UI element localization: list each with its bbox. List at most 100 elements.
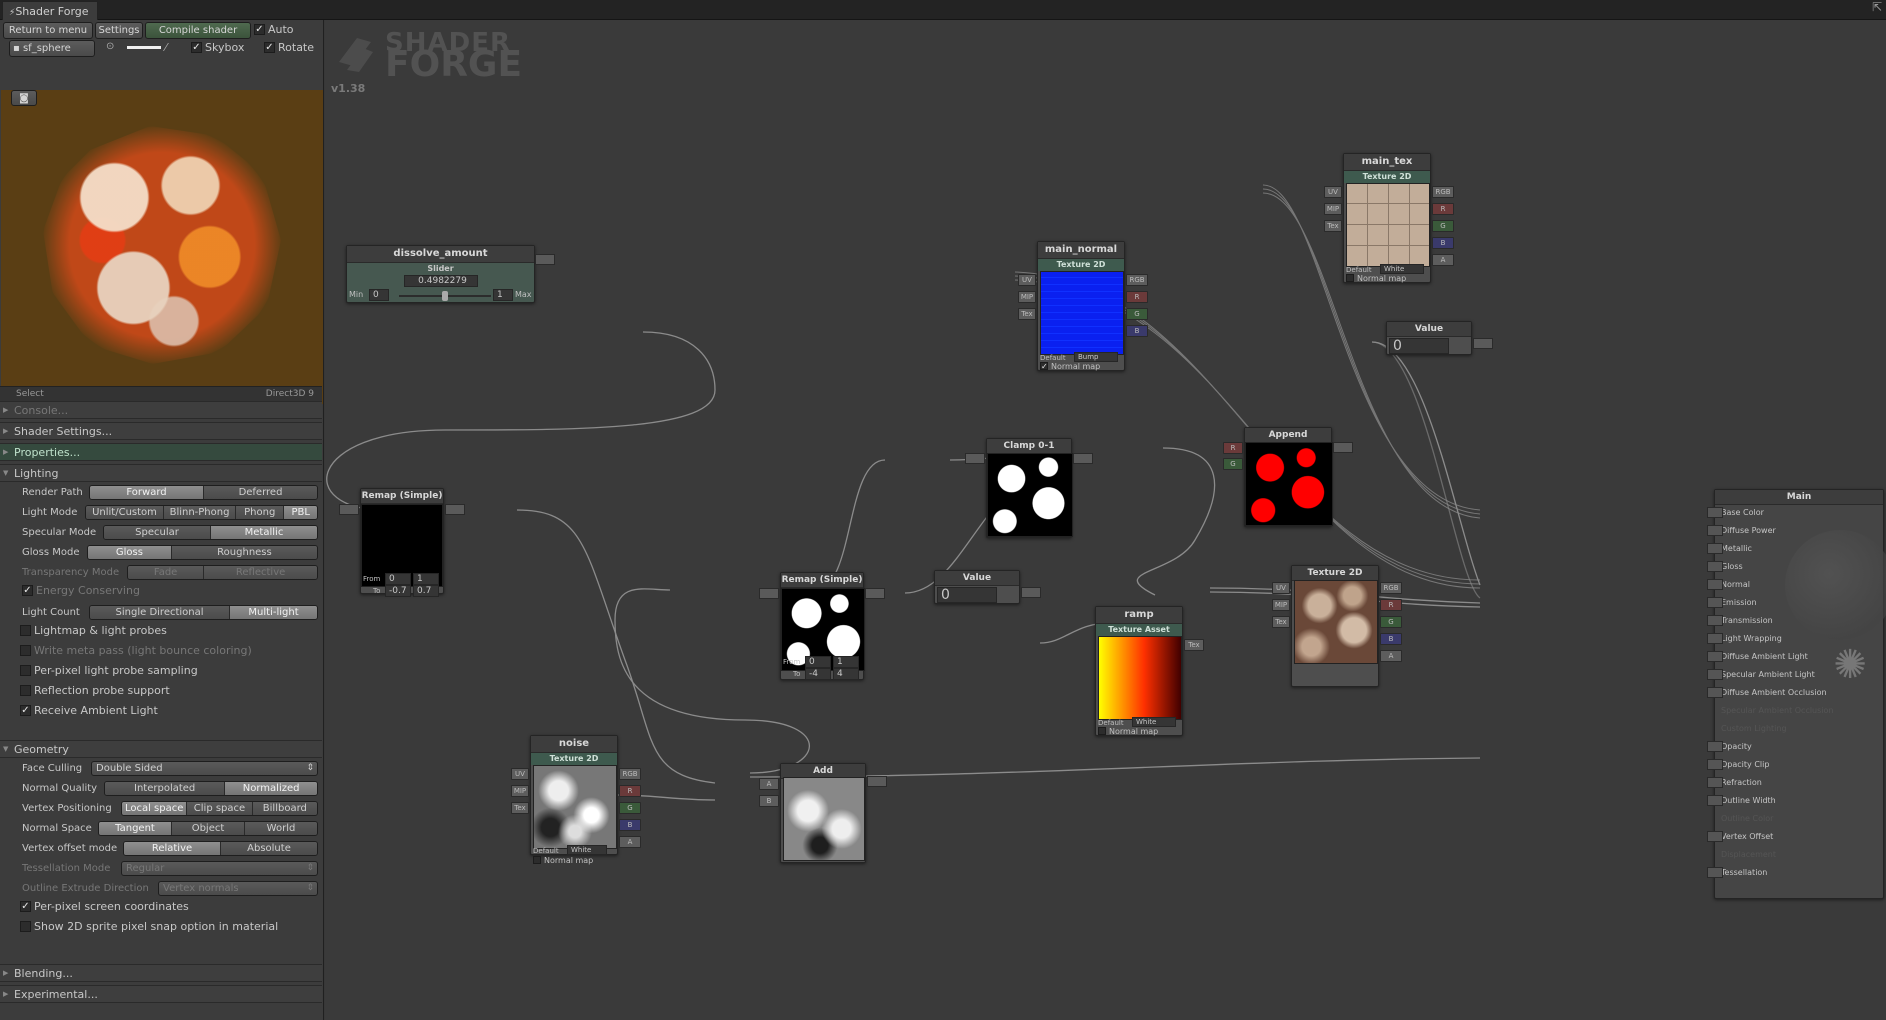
- reflection-probe-toggle[interactable]: Reflection probe support: [20, 684, 170, 697]
- add-a-port[interactable]: A: [759, 778, 779, 790]
- light-mode-phong[interactable]: Phong: [236, 506, 285, 519]
- main-input-opacity-clip[interactable]: Opacity Clip: [1707, 758, 1881, 772]
- tex2d-g-port[interactable]: G: [1380, 616, 1402, 628]
- receive-ambient-toggle[interactable]: Receive Ambient Light: [20, 704, 158, 717]
- append-r-port[interactable]: R: [1223, 442, 1243, 454]
- rotate-checkbox[interactable]: [264, 41, 275, 53]
- main-tex-default-dropdown[interactable]: White: [1380, 264, 1424, 274]
- normal-space-tangent[interactable]: Tangent: [99, 822, 172, 835]
- vertex-offset-absolute[interactable]: Absolute: [221, 842, 317, 855]
- node-noise[interactable]: noise Texture 2D Default White Normal ma…: [511, 735, 641, 865]
- noise-normal-map-toggle[interactable]: Normal map: [533, 855, 593, 865]
- normal-quality-toggle[interactable]: Interpolated Normalized: [104, 781, 318, 796]
- specular-mode-metallic[interactable]: Metallic: [211, 526, 317, 539]
- append-g-port[interactable]: G: [1223, 458, 1243, 470]
- remap1-output-pin[interactable]: [445, 504, 465, 515]
- normal-space-world[interactable]: World: [245, 822, 317, 835]
- main-tex-uv-port[interactable]: UV: [1324, 186, 1342, 198]
- lighting-section[interactable]: Lighting: [0, 464, 322, 482]
- ramp-default-dropdown[interactable]: White: [1132, 717, 1176, 727]
- per-pixel-screen-checkbox[interactable]: [20, 900, 31, 912]
- remap1-to-max[interactable]: 0.7: [413, 585, 439, 597]
- main-normal-mip-port[interactable]: MIP: [1018, 291, 1036, 303]
- lightmap-toggle[interactable]: Lightmap & light probes: [20, 624, 167, 637]
- main-tex-g-port[interactable]: G: [1432, 220, 1454, 232]
- main-normal-normal-map-checkbox[interactable]: [1040, 361, 1048, 370]
- main-input-outline-width[interactable]: Outline Width: [1707, 794, 1881, 808]
- skybox-checkbox[interactable]: [191, 41, 202, 53]
- render-path-forward[interactable]: Forward: [90, 486, 204, 499]
- main-input-tessellation[interactable]: Tessellation: [1707, 866, 1881, 880]
- dissolve-slider-thumb[interactable]: [442, 291, 448, 301]
- main-normal-normal-map-toggle[interactable]: Normal map: [1040, 361, 1100, 371]
- main-input-specular-ambient-light[interactable]: Specular Ambient Light: [1707, 668, 1881, 682]
- preview-viewport[interactable]: ◙: [1, 90, 323, 404]
- lightmap-checkbox[interactable]: [20, 624, 31, 636]
- node-add[interactable]: Add A B: [759, 763, 887, 863]
- main-input-diffuse-ambient-light[interactable]: Diffuse Ambient Light: [1707, 650, 1881, 664]
- main-input-normal[interactable]: Normal: [1707, 578, 1881, 592]
- main-input-gloss[interactable]: Gloss: [1707, 560, 1881, 574]
- noise-default-dropdown[interactable]: White: [567, 845, 607, 855]
- per-pixel-screen-toggle[interactable]: Per-pixel screen coordinates: [20, 900, 189, 913]
- preview-sphere[interactable]: [43, 126, 281, 364]
- energy-conserving-checkbox[interactable]: [22, 584, 33, 596]
- add-b-port[interactable]: B: [759, 795, 779, 807]
- vertex-positioning-toggle[interactable]: Local space Clip space Billboard: [121, 801, 318, 816]
- noise-tex-port[interactable]: Tex: [511, 802, 529, 814]
- noise-mip-port[interactable]: MIP: [511, 785, 529, 797]
- sprite-snap-checkbox[interactable]: [20, 920, 31, 932]
- tex2d-tex-port[interactable]: Tex: [1272, 616, 1290, 628]
- per-pixel-probe-toggle[interactable]: Per-pixel light probe sampling: [20, 664, 198, 677]
- main-tex-r-port[interactable]: R: [1432, 203, 1454, 215]
- node-main-tex[interactable]: main_tex Texture 2D Default White Normal…: [1324, 153, 1454, 283]
- transparency-fade[interactable]: Fade: [128, 566, 205, 579]
- meta-pass-toggle[interactable]: Write meta pass (light bounce coloring): [20, 644, 252, 657]
- main-input-opacity[interactable]: Opacity: [1707, 740, 1881, 754]
- remap2-input-pin[interactable]: [759, 588, 779, 599]
- node-append[interactable]: Append R G: [1223, 427, 1353, 527]
- gloss-mode-roughness[interactable]: Roughness: [171, 546, 317, 559]
- main-tex-rgb-port[interactable]: RGB: [1432, 186, 1454, 198]
- normal-space-object[interactable]: Object: [172, 822, 245, 835]
- main-input-emission[interactable]: Emission: [1707, 596, 1881, 610]
- remap2-output-pin[interactable]: [865, 588, 885, 599]
- geometry-section[interactable]: Geometry: [0, 740, 322, 758]
- main-normal-r-port[interactable]: R: [1126, 291, 1148, 303]
- main-tex-normal-map-checkbox[interactable]: [1346, 273, 1354, 282]
- value2-field[interactable]: 0: [1389, 338, 1449, 354]
- experimental-section[interactable]: Experimental...: [0, 985, 322, 1003]
- transparency-mode-toggle[interactable]: Fade Reflective: [127, 565, 318, 580]
- normal-quality-normalized[interactable]: Normalized: [225, 782, 317, 795]
- vertex-offset-mode-toggle[interactable]: Relative Absolute: [123, 841, 318, 856]
- window-tab[interactable]: ⚡Shader Forge: [2, 1, 98, 20]
- eyedropper-icon[interactable]: ⁄: [165, 41, 167, 54]
- main-input-light-wrapping[interactable]: Light Wrapping: [1707, 632, 1881, 646]
- main-input-vertex-offset[interactable]: Vertex Offset: [1707, 830, 1881, 844]
- node-ramp[interactable]: ramp Texture Asset Default White Normal …: [1095, 606, 1204, 736]
- face-culling-dropdown[interactable]: Double Sided: [91, 761, 318, 776]
- reflection-probe-checkbox[interactable]: [20, 684, 31, 696]
- main-tex-tex-port[interactable]: Tex: [1324, 220, 1342, 232]
- preview-mesh-selector[interactable]: ▪ sf_sphere: [9, 40, 95, 57]
- render-path-deferred[interactable]: Deferred: [204, 486, 317, 499]
- main-input-refraction[interactable]: Refraction: [1707, 776, 1881, 790]
- settings-button[interactable]: Settings: [95, 22, 143, 39]
- node-main-normal[interactable]: main_normal Texture 2D Default Bump Norm…: [1018, 241, 1148, 371]
- specular-mode-specular[interactable]: Specular: [104, 526, 211, 539]
- dissolve-value-field[interactable]: 0.4982279: [404, 275, 478, 287]
- light-mode-pbl[interactable]: PBL: [284, 506, 317, 519]
- remap1-from-max[interactable]: 1: [413, 573, 439, 585]
- main-normal-tex-port[interactable]: Tex: [1018, 308, 1036, 320]
- ramp-normal-map-checkbox[interactable]: [1098, 726, 1106, 735]
- value1-output-pin[interactable]: [1021, 587, 1041, 598]
- main-input-diffuse-power[interactable]: Diffuse Power: [1707, 524, 1881, 538]
- normal-space-toggle[interactable]: Tangent Object World: [98, 821, 318, 836]
- value2-output-pin[interactable]: [1473, 338, 1493, 349]
- receive-ambient-checkbox[interactable]: [20, 704, 31, 716]
- clamp-input-pin[interactable]: [965, 453, 985, 464]
- light-count-multi[interactable]: Multi-light: [230, 606, 317, 619]
- dissolve-output-pin[interactable]: [535, 254, 555, 265]
- ramp-tex-port[interactable]: Tex: [1184, 639, 1204, 651]
- render-path-toggle[interactable]: Forward Deferred: [89, 485, 318, 500]
